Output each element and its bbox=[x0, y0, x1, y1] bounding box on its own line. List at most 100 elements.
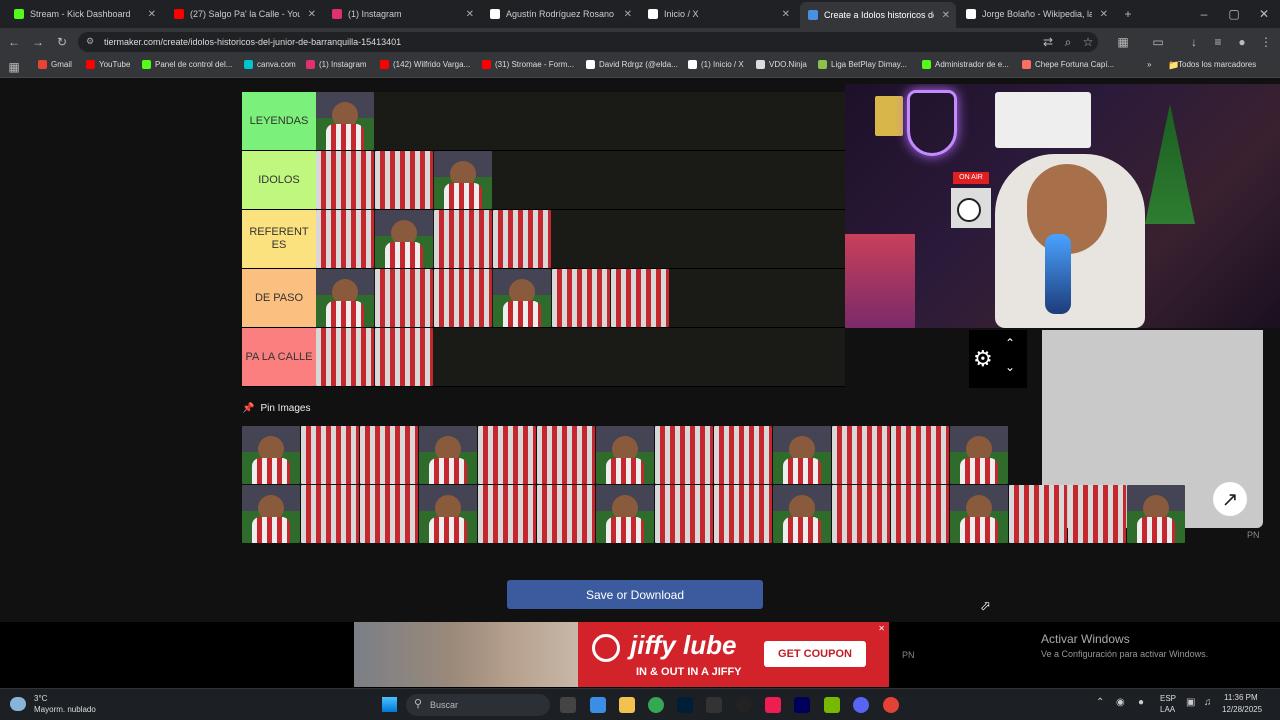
zoom-icon[interactable]: ⌕ bbox=[1060, 34, 1076, 50]
player-image[interactable] bbox=[242, 426, 300, 484]
bookmark-item[interactable]: (1) Inicio / X bbox=[688, 60, 744, 69]
player-image[interactable] bbox=[242, 485, 300, 543]
reload-icon[interactable]: ↻ bbox=[54, 34, 70, 50]
list-icon[interactable]: ≡ bbox=[1210, 34, 1226, 50]
player-image[interactable] bbox=[493, 269, 551, 327]
player-image[interactable] bbox=[655, 485, 713, 543]
player-image[interactable] bbox=[360, 485, 418, 543]
obs-grid-icon[interactable] bbox=[706, 697, 722, 713]
all-bookmarks[interactable]: 📁 Todos los marcadores bbox=[1168, 60, 1256, 70]
player-image[interactable] bbox=[375, 210, 433, 268]
discord-icon[interactable] bbox=[853, 697, 869, 713]
after-effects-icon[interactable] bbox=[794, 697, 810, 713]
copilot-icon[interactable] bbox=[590, 697, 606, 713]
player-image[interactable] bbox=[950, 426, 1008, 484]
player-image[interactable] bbox=[419, 485, 477, 543]
maximize-icon[interactable]: ▢ bbox=[1226, 6, 1242, 22]
bookmark-item[interactable]: Administrador de e... bbox=[922, 60, 1009, 69]
bookmark-item[interactable]: (31) Stromae - Form... bbox=[482, 60, 574, 69]
new-tab-icon[interactable]: + bbox=[1120, 6, 1136, 22]
tier-label[interactable]: IDOLOS bbox=[242, 151, 316, 209]
tier-label[interactable]: LEYENDAS bbox=[242, 92, 316, 150]
tier-label[interactable]: DE PASO bbox=[242, 269, 316, 327]
close-tab-icon[interactable]: ✕ bbox=[624, 9, 632, 20]
close-tab-icon[interactable]: ✕ bbox=[308, 9, 316, 20]
player-image[interactable] bbox=[611, 269, 669, 327]
player-image[interactable] bbox=[537, 485, 595, 543]
browser-tab[interactable]: (27) Salgo Pa' la Calle - YouTub ✕ bbox=[166, 4, 322, 24]
cast-icon[interactable]: ▭ bbox=[1150, 34, 1166, 50]
ad-close-icon[interactable]: ✕ bbox=[878, 624, 885, 633]
bookmark-star-icon[interactable]: ☆ bbox=[1080, 34, 1096, 50]
player-image[interactable] bbox=[478, 426, 536, 484]
obs-icon[interactable] bbox=[736, 697, 752, 713]
browser-tab[interactable]: Agustín Rodríguez Rosano - Wi ✕ bbox=[482, 4, 638, 24]
player-image[interactable] bbox=[1009, 485, 1067, 543]
more-bookmarks-icon[interactable]: » bbox=[1147, 60, 1151, 69]
browser-tab[interactable]: Jorge Bolaño - Wikipedia, la en ✕ bbox=[958, 4, 1114, 24]
lang-label[interactable]: ESP bbox=[1160, 694, 1176, 703]
player-image[interactable] bbox=[301, 426, 359, 484]
tier-label[interactable]: REFERENT ES bbox=[242, 210, 316, 268]
get-coupon-button[interactable]: GET COUPON bbox=[764, 641, 866, 667]
player-image[interactable] bbox=[596, 426, 654, 484]
bookmark-item[interactable]: Chepe Fortuna Capí... bbox=[1022, 60, 1114, 69]
profile-icon[interactable]: ● bbox=[1234, 34, 1250, 50]
menu-icon[interactable]: ⋮ bbox=[1258, 34, 1274, 50]
tray-chevron-icon[interactable]: ⌃ bbox=[1096, 697, 1104, 708]
browser-tab[interactable]: Create a Idolos historicos del ju ✕ bbox=[800, 2, 956, 28]
task-view-icon[interactable] bbox=[560, 697, 576, 713]
weather-icon[interactable] bbox=[10, 697, 26, 711]
player-image[interactable] bbox=[316, 328, 374, 386]
player-image[interactable] bbox=[596, 485, 654, 543]
apps-grid-icon[interactable]: ▦ bbox=[6, 59, 22, 75]
chrome-icon[interactable] bbox=[648, 697, 664, 713]
close-tab-icon[interactable]: ✕ bbox=[466, 9, 474, 20]
taskbar-search[interactable]: ⚲ Buscar bbox=[406, 694, 550, 716]
tiktok-icon[interactable] bbox=[765, 697, 781, 713]
player-image[interactable] bbox=[434, 210, 492, 268]
player-image[interactable] bbox=[773, 485, 831, 543]
player-image[interactable] bbox=[773, 426, 831, 484]
close-tab-icon[interactable]: ✕ bbox=[942, 10, 950, 21]
player-image[interactable] bbox=[316, 92, 374, 150]
player-image[interactable] bbox=[832, 485, 890, 543]
player-image[interactable] bbox=[375, 269, 433, 327]
bookmark-item[interactable]: (142) Wilfrido Varga... bbox=[380, 60, 470, 69]
bookmark-item[interactable]: VDO.Ninja bbox=[756, 60, 807, 69]
browser-tab[interactable]: Stream - Kick Dashboard ✕ bbox=[6, 4, 162, 24]
nvidia-icon[interactable] bbox=[824, 697, 840, 713]
translate-icon[interactable]: ⇄ bbox=[1040, 34, 1056, 50]
player-image[interactable] bbox=[891, 426, 949, 484]
player-image[interactable] bbox=[714, 426, 772, 484]
volume-icon[interactable]: ♫ bbox=[1204, 697, 1212, 708]
download-icon[interactable]: ↓ bbox=[1186, 34, 1202, 50]
player-image[interactable] bbox=[478, 485, 536, 543]
file-explorer-icon[interactable] bbox=[619, 697, 635, 713]
photoshop-icon[interactable] bbox=[677, 697, 693, 713]
player-image[interactable] bbox=[493, 210, 551, 268]
move-up-icon[interactable]: ⌃ bbox=[1005, 336, 1015, 350]
player-image[interactable] bbox=[375, 151, 433, 209]
bookmark-item[interactable]: Liga BetPlay Dimay... bbox=[818, 60, 907, 69]
player-image[interactable] bbox=[375, 328, 433, 386]
network-icon[interactable]: ◉ bbox=[1116, 697, 1125, 708]
back-icon[interactable]: ← bbox=[6, 34, 22, 50]
player-image[interactable] bbox=[891, 485, 949, 543]
player-image[interactable] bbox=[714, 485, 772, 543]
bookmark-item[interactable]: Panel de control del... bbox=[142, 60, 232, 69]
browser-tab[interactable]: Inicio / X ✕ bbox=[640, 4, 796, 24]
save-or-download-button[interactable]: Save or Download bbox=[507, 580, 763, 609]
browser-tab[interactable]: (1) Instagram ✕ bbox=[324, 4, 480, 24]
bookmark-item[interactable]: David Rdrgz (@elda... bbox=[586, 60, 678, 69]
address-bar[interactable]: ⚙ tiermaker.com/create/idolos-historicos… bbox=[78, 32, 1098, 52]
brave-icon[interactable] bbox=[883, 697, 899, 713]
tier-label[interactable]: PA LA CALLE bbox=[242, 328, 316, 386]
move-down-icon[interactable]: ⌄ bbox=[1005, 360, 1015, 374]
bookmark-item[interactable]: canva.com bbox=[244, 60, 296, 69]
player-image[interactable] bbox=[360, 426, 418, 484]
bookmark-item[interactable]: YouTube bbox=[86, 60, 130, 69]
player-image[interactable] bbox=[301, 485, 359, 543]
jiffy-lube-ad[interactable]: jiffy lube IN & OUT IN A JIFFY GET COUPO… bbox=[354, 622, 889, 687]
player-image[interactable] bbox=[434, 151, 492, 209]
